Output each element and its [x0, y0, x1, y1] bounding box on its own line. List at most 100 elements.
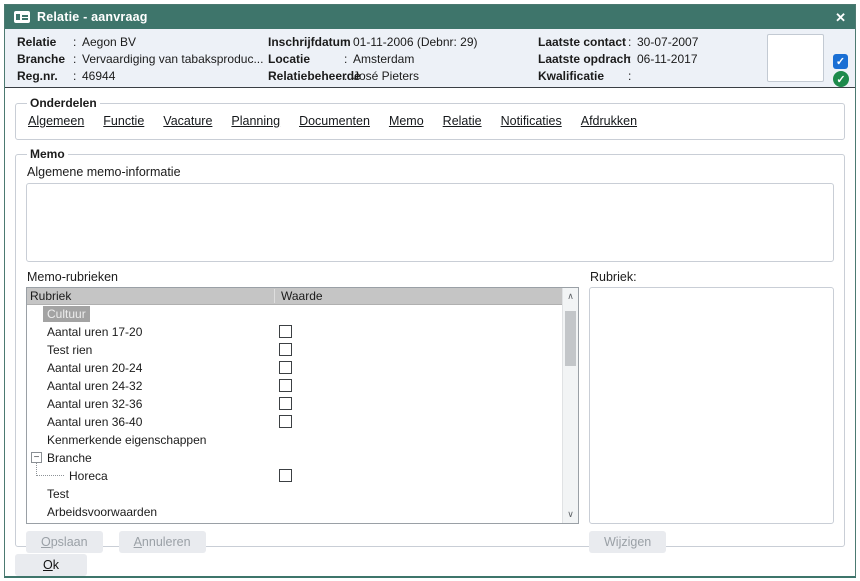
header-field: Inschrijfdatum:01-11-2006 (Debnr: 29) [268, 35, 478, 50]
scroll-up-icon[interactable]: ∧ [563, 289, 578, 304]
field-value: 06-11-2017 [637, 52, 698, 67]
header-field: Kwalificatie: [538, 69, 698, 84]
memo-textarea[interactable] [26, 183, 834, 262]
field-label: Locatie [268, 52, 344, 67]
column-header-rubriek[interactable]: Rubriek [27, 289, 274, 303]
field-colon: : [73, 69, 82, 84]
ok-button[interactable]: Ok [15, 554, 87, 576]
scroll-down-icon[interactable]: ∨ [563, 507, 578, 522]
scrollbar-thumb[interactable] [565, 311, 576, 366]
tab-documenten[interactable]: Documenten [299, 114, 370, 128]
header-field: Relatie:Aegon BV [17, 35, 263, 50]
field-colon: : [628, 35, 637, 50]
table-row[interactable]: Test [27, 485, 578, 503]
table-body: Cultuur Aantal uren 17-20 Test rien Aantal … [27, 305, 578, 521]
table-row[interactable]: Test rien [27, 341, 578, 359]
table-row[interactable]: −Branche [27, 449, 578, 467]
table-row[interactable]: Kenmerkende eigenschappen [27, 431, 578, 449]
rubriek-cell[interactable]: Kenmerkende eigenschappen [27, 433, 206, 447]
status-ok-icon: ✓ [833, 71, 849, 87]
field-value: 01-11-2006 (Debnr: 29) [353, 35, 478, 50]
rubriek-cell[interactable]: Cultuur [43, 306, 90, 322]
rubriek-cell[interactable]: Aantal uren 20-24 [27, 361, 142, 375]
table-row[interactable]: Aantal uren 17-20 [27, 323, 578, 341]
tab-relatie[interactable]: Relatie [443, 114, 482, 128]
field-value: José Pieters [353, 69, 419, 84]
field-colon: : [73, 52, 82, 67]
table-row[interactable]: Aantal uren 36-40 [27, 413, 578, 431]
header-field: Reg.nr.:46944 [17, 69, 263, 84]
dialog-window: Relatie - aanvraag ✕ Relatie:Aegon BVBra… [4, 4, 856, 578]
selected-checkbox-icon[interactable]: ✓ [833, 54, 848, 69]
field-label: Inschrijfdatum [268, 35, 344, 50]
header-column: Laatste contact:30-07-2007Laatste opdrac… [538, 35, 698, 84]
field-colon: : [628, 52, 637, 67]
waarde-checkbox[interactable] [279, 415, 292, 428]
waarde-checkbox[interactable] [279, 379, 292, 392]
field-value: Aegon BV [82, 35, 136, 50]
field-colon: : [344, 52, 353, 67]
field-label: Branche [17, 52, 73, 67]
table-row[interactable]: Cultuur [27, 305, 578, 323]
tab-functie[interactable]: Functie [103, 114, 144, 128]
field-colon: : [73, 35, 82, 50]
waarde-checkbox[interactable] [279, 343, 292, 356]
rubriek-textarea[interactable] [589, 287, 834, 524]
table-row[interactable]: Horeca [27, 467, 578, 485]
table-row[interactable]: Aantal uren 32-36 [27, 395, 578, 413]
tab-algemeen[interactable]: Algemeen [28, 114, 84, 128]
table-row[interactable]: Arbeidsvoorwaarden [27, 503, 578, 521]
field-colon: : [628, 69, 637, 84]
wijzigen-button[interactable]: Wijzigen [589, 531, 666, 553]
field-label: Relatiebeheerde [268, 69, 344, 84]
rubriek-cell[interactable]: Arbeidsvoorwaarden [27, 505, 157, 519]
tab-notificaties[interactable]: Notificaties [501, 114, 562, 128]
close-icon[interactable]: ✕ [835, 11, 846, 24]
memo-legend: Memo [27, 147, 68, 161]
header-field: Branche:Vervaardiging van tabaksproduc..… [17, 52, 263, 67]
rubriek-cell[interactable]: Aantal uren 17-20 [27, 325, 142, 339]
onderdelen-group: Onderdelen Algemeen Functie Vacature Planni… [15, 96, 845, 140]
rubriek-label: Rubriek: [590, 270, 834, 284]
contact-card-icon [14, 11, 30, 23]
vertical-scrollbar[interactable]: ∧ ∨ [562, 288, 578, 523]
rubriek-cell[interactable]: Test rien [27, 343, 92, 357]
field-colon: : [344, 69, 353, 84]
tab-vacature[interactable]: Vacature [163, 114, 212, 128]
waarde-checkbox[interactable] [279, 469, 292, 482]
annuleren-button[interactable]: Annuleren [119, 531, 206, 553]
field-label: Laatste opdrach [538, 52, 628, 67]
waarde-checkbox[interactable] [279, 325, 292, 338]
tree-collapse-icon[interactable]: − [31, 452, 42, 463]
field-value: Amsterdam [353, 52, 414, 67]
field-colon: : [344, 35, 353, 50]
memo-info-label: Algemene memo-informatie [27, 165, 834, 179]
memo-rubrieken-label: Memo-rubrieken [27, 270, 579, 284]
field-value: 30-07-2007 [637, 35, 698, 50]
tab-memo[interactable]: Memo [389, 114, 424, 128]
rubriek-cell[interactable]: Aantal uren 36-40 [27, 415, 142, 429]
table-row[interactable]: Aantal uren 24-32 [27, 377, 578, 395]
field-label: Laatste contact [538, 35, 628, 50]
title-bar: Relatie - aanvraag ✕ [5, 5, 855, 29]
table-row[interactable]: Aantal uren 20-24 [27, 359, 578, 377]
photo-placeholder [767, 34, 824, 82]
onderdelen-legend: Onderdelen [27, 96, 100, 110]
rubriek-cell[interactable]: Aantal uren 32-36 [27, 397, 142, 411]
tab-planning[interactable]: Planning [231, 114, 280, 128]
header-field: Relatiebeheerde:José Pieters [268, 69, 478, 84]
memo-group: Memo Algemene memo-informatie Memo-rubri… [15, 147, 845, 547]
waarde-checkbox[interactable] [279, 361, 292, 374]
header-field: Laatste contact:30-07-2007 [538, 35, 698, 50]
waarde-checkbox[interactable] [279, 397, 292, 410]
relation-header: Relatie:Aegon BVBranche:Vervaardiging va… [5, 29, 855, 88]
field-label: Kwalificatie [538, 69, 628, 84]
tree-connector-line [36, 463, 64, 476]
column-header-waarde[interactable]: Waarde [274, 289, 578, 303]
tab-afdrukken[interactable]: Afdrukken [581, 114, 637, 128]
rubriek-cell[interactable]: Test [27, 487, 69, 501]
field-label: Relatie [17, 35, 73, 50]
header-column: Relatie:Aegon BVBranche:Vervaardiging va… [17, 35, 263, 84]
rubriek-cell[interactable]: Aantal uren 24-32 [27, 379, 142, 393]
opslaan-button[interactable]: Opslaan [26, 531, 103, 553]
